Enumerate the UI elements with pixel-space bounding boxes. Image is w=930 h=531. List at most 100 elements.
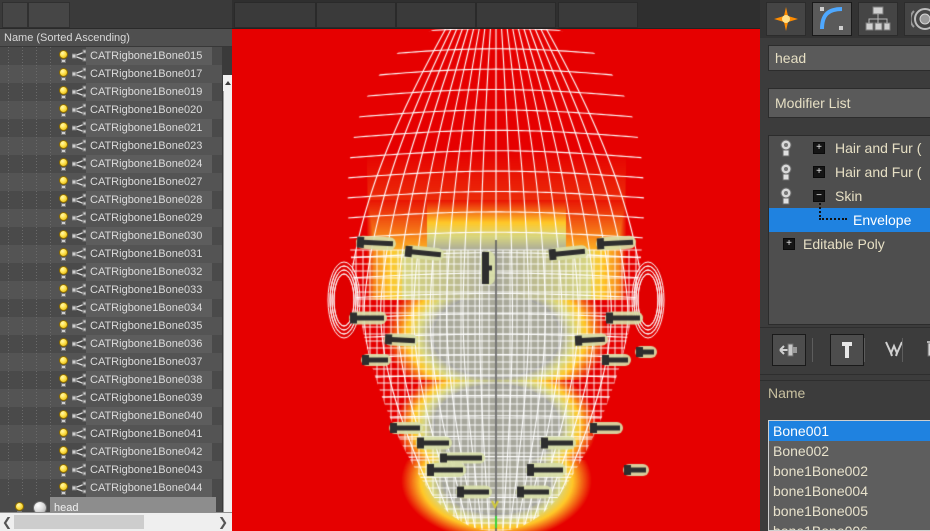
visibility-bulb-icon[interactable]: [58, 482, 69, 495]
scene-explorer-row[interactable]: CATRigbone1Bone035: [0, 317, 222, 335]
make-unique-button[interactable]: [878, 334, 912, 366]
visibility-bulb-icon[interactable]: [58, 410, 69, 423]
toolbar-segment[interactable]: [28, 2, 70, 28]
visibility-bulb-icon[interactable]: [58, 104, 69, 117]
visibility-bulb-icon[interactable]: [58, 158, 69, 171]
bone-list-item[interactable]: bone1Bone005: [769, 501, 930, 521]
scene-explorer-row[interactable]: CATRigbone1Bone042: [0, 443, 222, 461]
tree-guides: [0, 173, 60, 191]
scrollbar-thumb[interactable]: [14, 515, 144, 529]
scene-explorer-row[interactable]: CATRigbone1Bone028: [0, 191, 222, 209]
bone-list-item[interactable]: Bone002: [769, 441, 930, 461]
expand-toggle[interactable]: +: [813, 142, 825, 154]
scene-explorer-row[interactable]: CATRigbone1Bone015: [0, 47, 222, 65]
scene-explorer-row-selected[interactable]: head: [0, 497, 222, 512]
column-header-name[interactable]: Name (Sorted Ascending): [0, 29, 232, 47]
scrollbar-track[interactable]: [223, 75, 232, 512]
scene-explorer-row[interactable]: CATRigbone1Bone020: [0, 101, 222, 119]
visibility-bulb-icon[interactable]: [58, 338, 69, 351]
scene-explorer-row[interactable]: CATRigbone1Bone043: [0, 461, 222, 479]
scene-explorer-row[interactable]: CATRigbone1Bone034: [0, 299, 222, 317]
visibility-bulb-icon[interactable]: [58, 266, 69, 279]
tree-guides: [0, 317, 60, 335]
scene-explorer-row[interactable]: CATRigbone1Bone036: [0, 335, 222, 353]
scene-explorer-row[interactable]: CATRigbone1Bone041: [0, 425, 222, 443]
scene-explorer-row[interactable]: CATRigbone1Bone039: [0, 389, 222, 407]
viewport-front[interactable]: [+] [Front] [Shaded + Edged Faces]: [232, 0, 760, 531]
scene-explorer-list[interactable]: CATRigbone1Bone015 CATRigbone1Bone017 CATR…: [0, 47, 222, 512]
visibility-bulb-icon[interactable]: [58, 464, 69, 477]
visibility-bulb-icon[interactable]: [58, 284, 69, 297]
tree-guides: [0, 461, 60, 479]
modifier-stack[interactable]: + Hair and Fur (+ Hair and Fur (− Skin Envel…: [768, 135, 930, 325]
visibility-bulb-icon[interactable]: [58, 50, 69, 63]
show-end-result-button[interactable]: [830, 334, 864, 366]
show-end-result-icon: [836, 340, 863, 365]
scene-explorer-row-label: head: [50, 497, 216, 512]
scene-explorer-row[interactable]: CATRigbone1Bone027: [0, 173, 222, 191]
scene-explorer-row[interactable]: CATRigbone1Bone032: [0, 263, 222, 281]
scene-explorer-row[interactable]: CATRigbone1Bone021: [0, 119, 222, 137]
visibility-bulb-icon[interactable]: [58, 446, 69, 459]
object-name-field[interactable]: head: [768, 45, 930, 71]
scroll-left-button[interactable]: ❮: [0, 515, 14, 529]
pin-stack-button[interactable]: [772, 334, 806, 366]
visibility-bulb-icon[interactable]: [58, 68, 69, 81]
scroll-right-button[interactable]: ❯: [216, 515, 230, 529]
modifier-stack-item-selected[interactable]: Envelope: [769, 200, 930, 232]
scene-explorer-row-label: CATRigbone1Bone044: [86, 479, 213, 497]
modifier-label: Hair and Fur (: [835, 164, 922, 180]
visibility-bulb-icon[interactable]: [58, 176, 69, 189]
tree-guides: [0, 83, 60, 101]
visibility-bulb-icon[interactable]: [58, 212, 69, 225]
visibility-bulb-icon[interactable]: [58, 122, 69, 135]
bone-list-item[interactable]: bone1Bone006: [769, 521, 930, 530]
expand-toggle[interactable]: +: [813, 166, 825, 178]
scene-explorer-row[interactable]: CATRigbone1Bone044: [0, 479, 222, 497]
modifier-stack-item[interactable]: − Skin: [769, 184, 930, 208]
scene-explorer-row[interactable]: CATRigbone1Bone024: [0, 155, 222, 173]
bone-list-item[interactable]: bone1Bone004: [769, 481, 930, 501]
scene-explorer-row[interactable]: CATRigbone1Bone040: [0, 407, 222, 425]
remove-modifier-button[interactable]: [916, 334, 930, 366]
weight-painted-head-mesh[interactable]: [232, 0, 760, 531]
visibility-bulb-icon[interactable]: [58, 374, 69, 387]
scene-explorer-row[interactable]: CATRigbone1Bone030: [0, 227, 222, 245]
visibility-bulb-icon[interactable]: [58, 428, 69, 441]
expand-toggle[interactable]: +: [783, 238, 795, 250]
bones-list[interactable]: Bone001 Bone002 bone1Bone002 bone1Bone004 bo…: [768, 420, 930, 531]
visibility-bulb-icon[interactable]: [58, 248, 69, 261]
explorer-vertical-scrollbar[interactable]: [222, 47, 232, 512]
scene-explorer-row[interactable]: CATRigbone1Bone023: [0, 137, 222, 155]
scroll-up-button[interactable]: [223, 75, 232, 91]
visibility-bulb-icon[interactable]: [58, 302, 69, 315]
explorer-horizontal-scrollbar[interactable]: ❮ ❯: [0, 512, 232, 531]
modifier-list-dropdown[interactable]: Modifier List: [768, 88, 930, 118]
visibility-bulb-icon[interactable]: [58, 140, 69, 153]
modifier-stack-item[interactable]: + Hair and Fur (: [769, 136, 930, 160]
modifier-stack-item[interactable]: + Hair and Fur (: [769, 160, 930, 184]
scene-explorer-row[interactable]: CATRigbone1Bone037: [0, 353, 222, 371]
visibility-bulb-icon[interactable]: [58, 320, 69, 333]
bone-list-item-selected[interactable]: Bone001: [769, 421, 930, 441]
scene-explorer-row[interactable]: CATRigbone1Bone038: [0, 371, 222, 389]
tree-guides: [0, 281, 60, 299]
toolbar-segment[interactable]: [2, 2, 28, 28]
visibility-bulb-icon[interactable]: [58, 86, 69, 99]
bone-list-item[interactable]: bone1Bone002: [769, 461, 930, 481]
scene-explorer-row[interactable]: CATRigbone1Bone031: [0, 245, 222, 263]
hierarchy-tab[interactable]: [858, 2, 898, 36]
modify-tab[interactable]: [812, 2, 852, 36]
create-tab[interactable]: [766, 2, 806, 36]
visibility-bulb-icon[interactable]: [58, 194, 69, 207]
scene-explorer-row[interactable]: CATRigbone1Bone033: [0, 281, 222, 299]
visibility-bulb-icon[interactable]: [58, 356, 69, 369]
scene-explorer-row[interactable]: CATRigbone1Bone029: [0, 209, 222, 227]
visibility-bulb-icon[interactable]: [58, 392, 69, 405]
modifier-stack-item[interactable]: + Editable Poly: [769, 232, 930, 256]
motion-tab[interactable]: [904, 2, 930, 36]
visibility-bulb-icon[interactable]: [58, 230, 69, 243]
visibility-bulb-icon[interactable]: [14, 502, 25, 512]
scene-explorer-row[interactable]: CATRigbone1Bone019: [0, 83, 222, 101]
scene-explorer-row[interactable]: CATRigbone1Bone017: [0, 65, 222, 83]
